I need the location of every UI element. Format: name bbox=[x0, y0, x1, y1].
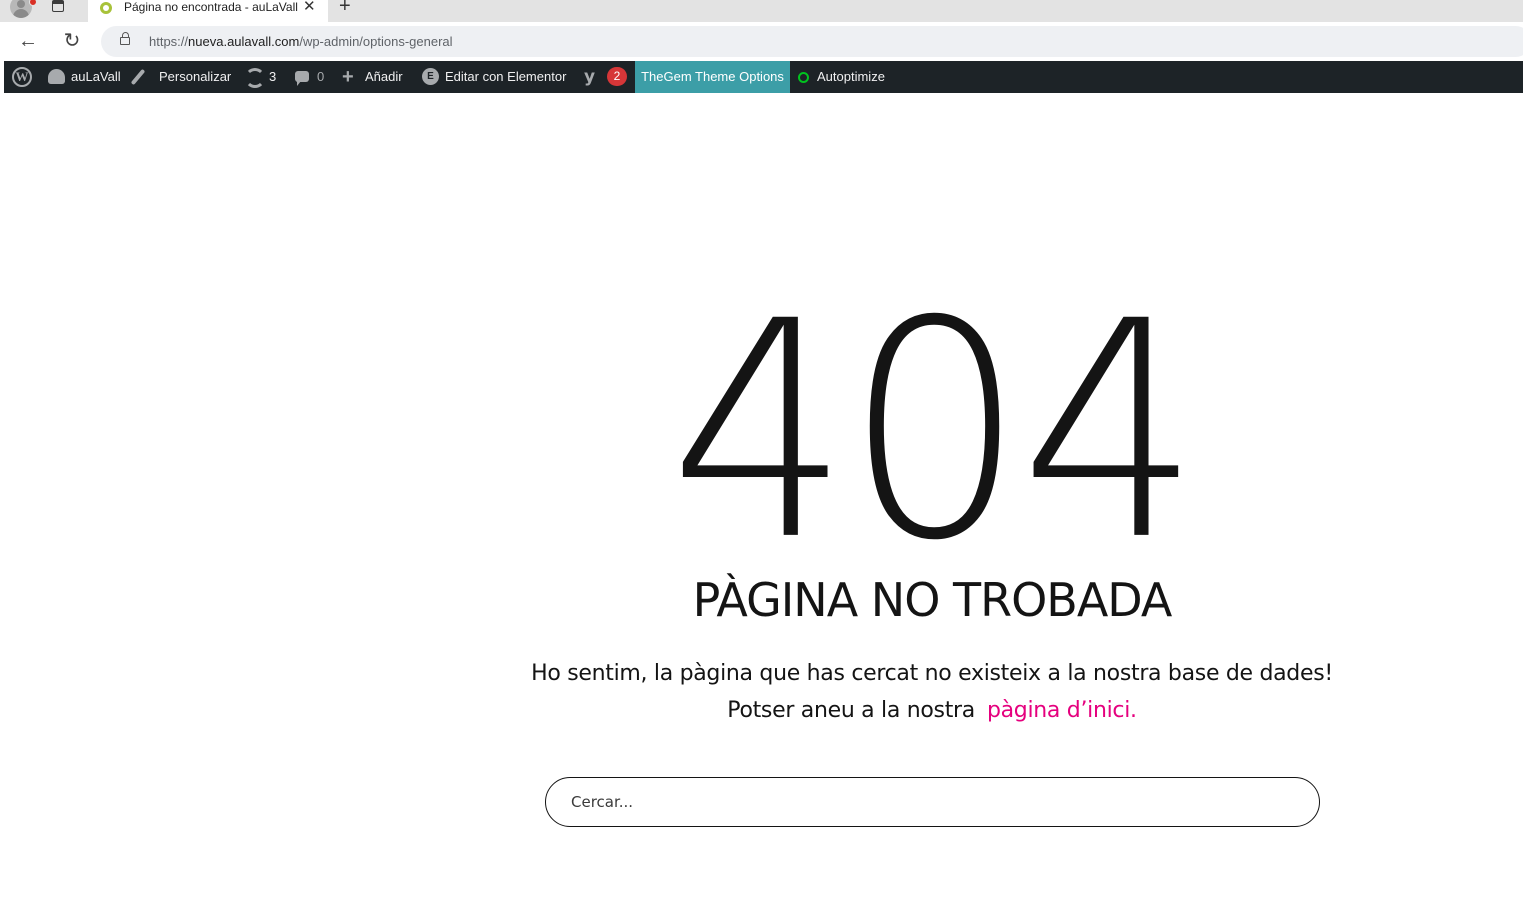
message-line1: Ho sentim, la pàgina que has cercat no e… bbox=[531, 661, 1333, 686]
comments-count[interactable]: 0 bbox=[317, 61, 324, 93]
add-new-link[interactable]: Añadir bbox=[365, 61, 403, 93]
wp-admin-bar: W auLaVall Personalizar 3 0 + Añadir E E… bbox=[4, 61, 1523, 93]
edit-elementor-link[interactable]: Editar con Elementor bbox=[445, 61, 566, 93]
url-scheme: https:// bbox=[149, 34, 189, 49]
dashboard-icon bbox=[48, 69, 65, 84]
back-arrow-icon[interactable]: ← bbox=[17, 30, 39, 52]
url-text[interactable]: https://nueva.aulavall.com/wp-admin/opti… bbox=[149, 34, 453, 49]
notification-dot-icon bbox=[29, 0, 37, 6]
tab-search-icon[interactable] bbox=[52, 0, 64, 12]
autoptimize-link[interactable]: Autoptimize bbox=[817, 61, 885, 93]
url-path: /wp-admin/options-general bbox=[299, 34, 453, 49]
wordpress-logo-icon[interactable]: W bbox=[12, 67, 32, 87]
elementor-icon: E bbox=[422, 68, 439, 85]
search-input[interactable] bbox=[545, 777, 1320, 827]
updates-icon bbox=[245, 68, 265, 88]
browser-toolbar: ← ↻ https://nueva.aulavall.com/wp-admin/… bbox=[0, 22, 1523, 61]
page-title: PÀGINA NO TROBADA bbox=[692, 573, 1173, 627]
thegem-theme-options-link[interactable]: TheGem Theme Options bbox=[635, 61, 790, 93]
message-line2: Potser aneu a la nostra pàgina d’inici. bbox=[520, 692, 1344, 729]
address-bar[interactable]: https://nueva.aulavall.com/wp-admin/opti… bbox=[101, 26, 1523, 57]
new-tab-button[interactable]: + bbox=[339, 0, 351, 16]
tab-title: Página no encontrada - auLaVall bbox=[124, 0, 298, 14]
comments-icon bbox=[295, 71, 309, 86]
error-code: 404 bbox=[669, 257, 1201, 607]
message-line2-prefix: Potser aneu a la nostra bbox=[727, 698, 975, 723]
reload-icon[interactable]: ↻ bbox=[61, 30, 83, 52]
customize-link[interactable]: Personalizar bbox=[159, 61, 231, 93]
home-page-link[interactable]: pàgina d’inici. bbox=[987, 698, 1137, 723]
yoast-seo-icon[interactable]: y bbox=[584, 68, 602, 86]
add-new-icon: + bbox=[342, 66, 354, 88]
updates-count[interactable]: 3 bbox=[269, 61, 276, 93]
yoast-notification-badge: 2 bbox=[607, 67, 627, 86]
browser-tab-strip: Página no encontrada - auLaVall ✕ + bbox=[0, 0, 1523, 22]
error-message: Ho sentim, la pàgina que has cercat no e… bbox=[520, 655, 1344, 729]
paintbrush-icon bbox=[130, 68, 146, 86]
tab-close-icon[interactable]: ✕ bbox=[303, 0, 316, 15]
site-name-link[interactable]: auLaVall bbox=[71, 61, 121, 93]
url-host: nueva.aulavall.com bbox=[188, 34, 300, 49]
browser-tab-active[interactable]: Página no encontrada - auLaVall ✕ bbox=[88, 0, 328, 22]
site-info-icon[interactable] bbox=[120, 32, 130, 45]
autoptimize-status-icon bbox=[798, 72, 809, 83]
site-favicon-icon bbox=[100, 2, 112, 14]
